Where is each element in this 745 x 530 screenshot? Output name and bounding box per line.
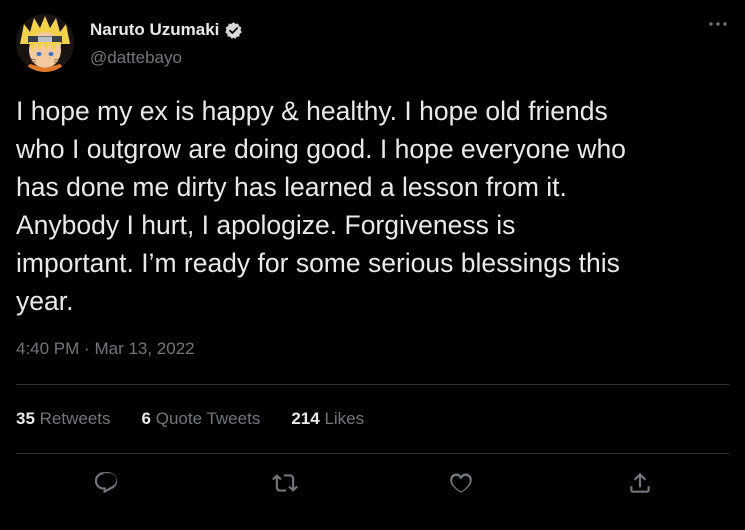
divider [16,384,729,385]
quote-tweets-count: 6 [141,409,151,428]
more-options-icon[interactable] [706,14,730,34]
display-name[interactable]: Naruto Uzumaki [90,20,219,40]
naruto-avatar-icon [16,14,74,72]
likes-label: Likes [324,409,365,428]
tweet-text-line: has done me dirty has learned a lesson f… [16,172,567,202]
tweet-text-line: I hope my ex is happy & healthy. I hope … [16,96,608,126]
tweet-actions-bar [0,470,745,502]
retweet-button[interactable] [270,470,300,500]
retweets-count: 35 [16,409,35,428]
retweets-label: Retweets [39,409,111,428]
author-handle[interactable]: @dattebayo [90,48,182,68]
tweet-time[interactable]: 4:40 PM [16,339,79,358]
share-icon [627,470,653,501]
like-button[interactable] [446,470,476,500]
likes-count: 214 [291,409,320,428]
tweet-text-line: year. [16,286,74,316]
avatar[interactable] [16,14,74,72]
tweet-text-line: Anybody I hurt, I apologize. Forgiveness… [16,210,516,240]
likes-stat[interactable]: 214 Likes [291,409,364,429]
timestamp-separator: · [84,339,90,358]
retweet-icon [272,470,298,501]
heart-icon [448,470,474,501]
quote-tweets-label: Quote Tweets [155,409,261,428]
tweet-timestamp[interactable]: 4:40 PM · Mar 13, 2022 [16,339,195,359]
quote-tweets-stat[interactable]: 6 Quote Tweets [142,409,261,429]
retweets-stat[interactable]: 35 Retweets [16,409,111,429]
engagement-stats: 35 Retweets 6 Quote Tweets 214 Likes [16,409,364,429]
share-button[interactable] [625,470,655,500]
tweet-text: I hope my ex is happy & healthy. I hope … [16,92,728,320]
tweet-text-line: who I outgrow are doing good. I hope eve… [16,134,626,164]
author-name-row[interactable]: Naruto Uzumaki [90,20,243,40]
divider [16,453,729,454]
reply-icon [93,470,119,501]
verified-badge-icon [224,21,243,40]
reply-button[interactable] [91,470,121,500]
tweet-date[interactable]: Mar 13, 2022 [94,339,194,358]
tweet-text-line: important. I’m ready for some serious bl… [16,248,620,278]
